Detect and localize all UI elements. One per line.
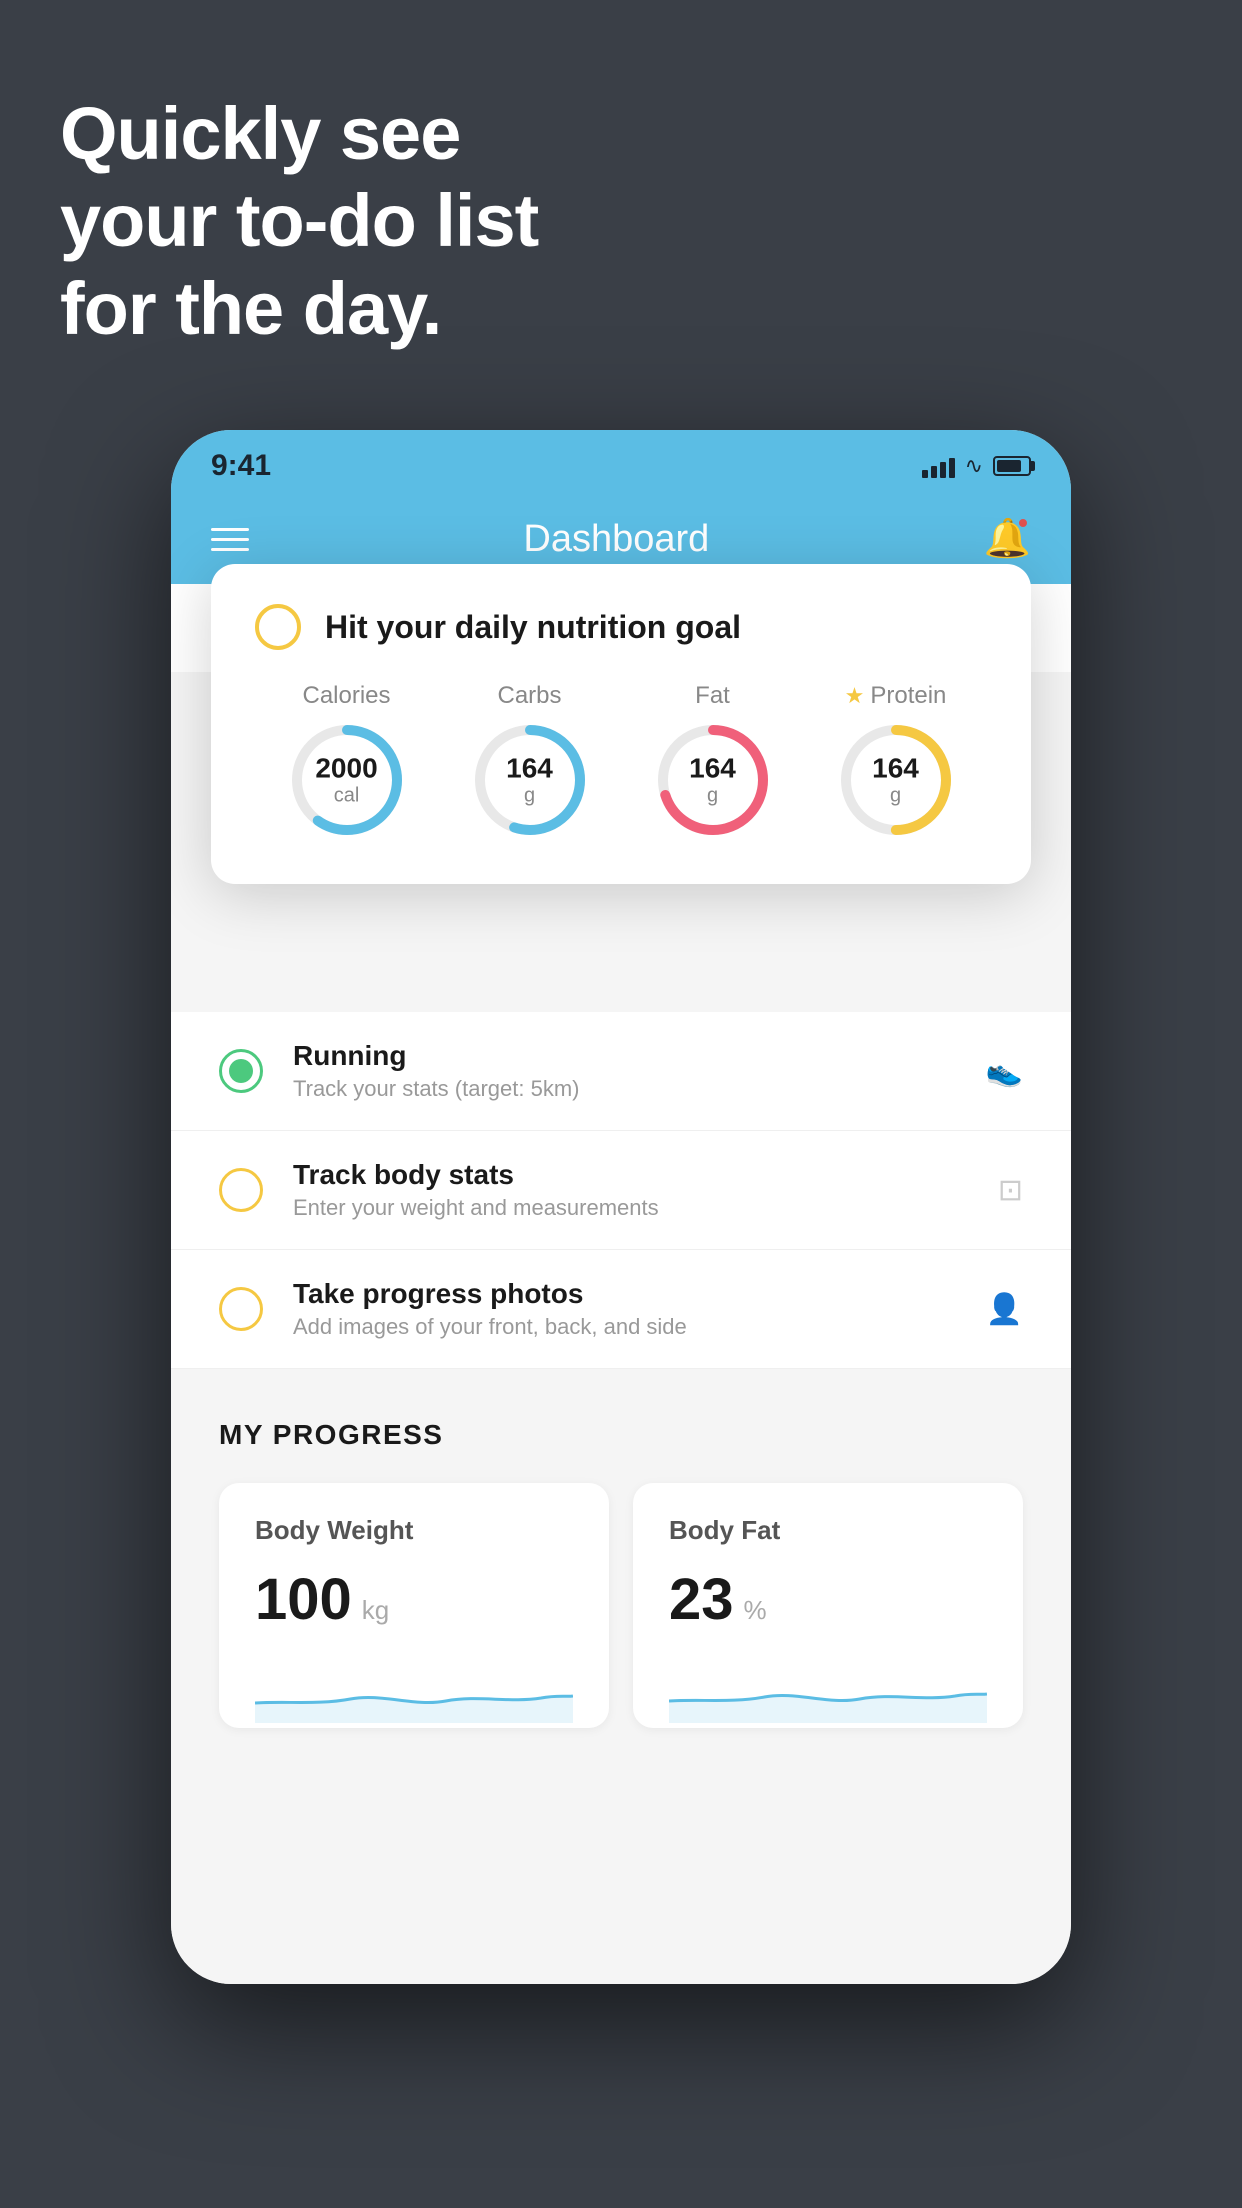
body-weight-value-row: 100 kg	[255, 1566, 573, 1633]
body-stats-subtitle: Enter your weight and measurements	[293, 1195, 968, 1221]
protein-label: ★ Protein	[845, 682, 947, 710]
todo-progress-photos[interactable]: Take progress photos Add images of your …	[171, 1250, 1071, 1369]
nutrition-carbs: Carbs 164 g	[470, 682, 590, 840]
running-title: Running	[293, 1040, 956, 1072]
nav-title: Dashboard	[523, 518, 709, 561]
headline-line1: Quickly see	[60, 90, 538, 177]
status-bar: 9:41 ∿	[171, 430, 1071, 494]
todo-running[interactable]: Running Track your stats (target: 5km) 👟	[171, 1012, 1071, 1131]
running-text: Running Track your stats (target: 5km)	[293, 1040, 956, 1102]
body-weight-value: 100	[255, 1566, 352, 1633]
body-fat-title: Body Fat	[669, 1515, 987, 1546]
running-check-circle[interactable]	[219, 1049, 263, 1093]
star-icon: ★	[845, 683, 865, 709]
status-icons: ∿	[922, 453, 1031, 479]
body-weight-title: Body Weight	[255, 1515, 573, 1546]
calories-value: 2000	[315, 754, 377, 785]
body-fat-sparkline	[669, 1663, 987, 1723]
body-stats-title: Track body stats	[293, 1159, 968, 1191]
card-check-circle[interactable]	[255, 604, 301, 650]
fat-value: 164	[689, 754, 736, 785]
headline-line2: your to-do list	[60, 177, 538, 264]
calories-circle: 2000 cal	[287, 720, 407, 840]
phone-wrapper: 9:41 ∿ Dashboard 🔔	[171, 430, 1071, 1984]
carbs-label: Carbs	[497, 682, 561, 710]
calories-label: Calories	[302, 682, 390, 710]
progress-section: My Progress Body Weight 100 kg	[171, 1369, 1071, 1768]
body-fat-value-row: 23 %	[669, 1566, 987, 1633]
hamburger-menu[interactable]	[211, 528, 249, 551]
nutrition-calories: Calories 2000 cal	[287, 682, 407, 840]
body-weight-card[interactable]: Body Weight 100 kg	[219, 1483, 609, 1728]
nutrition-card: Hit your daily nutrition goal Calories	[211, 564, 1031, 884]
todo-list: Running Track your stats (target: 5km) 👟…	[171, 1012, 1071, 1369]
headline: Quickly see your to-do list for the day.	[60, 90, 538, 352]
protein-circle: 164 g	[836, 720, 956, 840]
progress-cards: Body Weight 100 kg Body Fat	[219, 1483, 1023, 1728]
status-time: 9:41	[211, 449, 271, 483]
body-stats-check-circle[interactable]	[219, 1168, 263, 1212]
photos-text: Take progress photos Add images of your …	[293, 1278, 956, 1340]
bell-notification-dot	[1017, 517, 1029, 529]
signal-icon	[922, 454, 955, 478]
fat-label: Fat	[695, 682, 730, 710]
progress-section-label: My Progress	[219, 1419, 1023, 1451]
card-title-row: Hit your daily nutrition goal	[255, 604, 987, 650]
running-subtitle: Track your stats (target: 5km)	[293, 1076, 956, 1102]
carbs-circle: 164 g	[470, 720, 590, 840]
photo-icon: 👤	[986, 1292, 1023, 1327]
running-check-fill	[229, 1059, 253, 1083]
body-weight-unit: kg	[362, 1595, 389, 1626]
phone: 9:41 ∿ Dashboard 🔔	[171, 430, 1071, 1984]
nutrition-row: Calories 2000 cal	[255, 682, 987, 840]
wifi-icon: ∿	[965, 453, 983, 479]
photos-subtitle: Add images of your front, back, and side	[293, 1314, 956, 1340]
body-stats-text: Track body stats Enter your weight and m…	[293, 1159, 968, 1221]
todo-body-stats[interactable]: Track body stats Enter your weight and m…	[171, 1131, 1071, 1250]
nutrition-protein: ★ Protein 164 g	[836, 682, 956, 840]
shoe-icon: 👟	[986, 1054, 1023, 1089]
card-title: Hit your daily nutrition goal	[325, 609, 741, 646]
bell-icon[interactable]: 🔔	[984, 517, 1031, 561]
battery-icon	[993, 456, 1031, 476]
body-fat-unit: %	[744, 1595, 767, 1626]
body-fat-card[interactable]: Body Fat 23 %	[633, 1483, 1023, 1728]
headline-line3: for the day.	[60, 265, 538, 352]
protein-value: 164	[872, 754, 919, 785]
photos-title: Take progress photos	[293, 1278, 956, 1310]
scale-icon: ⊡	[998, 1173, 1023, 1208]
nutrition-fat: Fat 164 g	[653, 682, 773, 840]
body-fat-value: 23	[669, 1566, 734, 1633]
main-content: Things To Do Today Hit your daily nutrit…	[171, 584, 1071, 1984]
fat-circle: 164 g	[653, 720, 773, 840]
body-weight-sparkline	[255, 1663, 573, 1723]
carbs-value: 164	[506, 754, 553, 785]
photos-check-circle[interactable]	[219, 1287, 263, 1331]
